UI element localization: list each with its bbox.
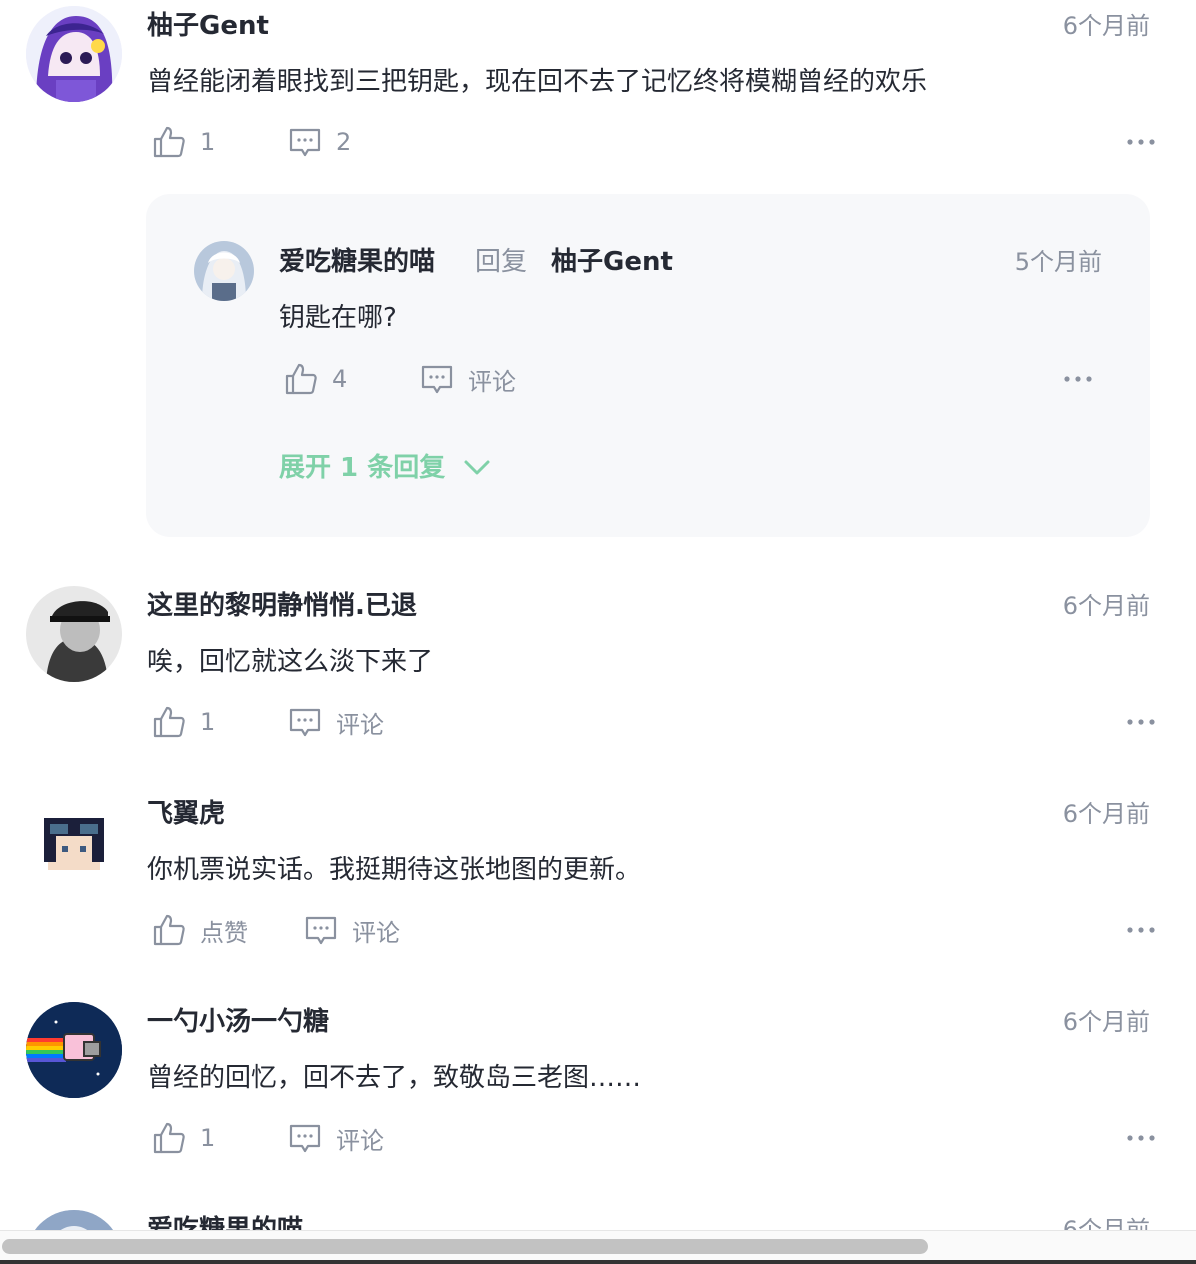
comment-label: 评论 xyxy=(336,1126,384,1155)
comment-item: 爱吃糖果的喵 6个月前 xyxy=(0,1204,1196,1230)
timestamp: 6个月前 xyxy=(1062,12,1150,40)
like-button[interactable]: 1 xyxy=(152,700,215,744)
like-count: 1 xyxy=(200,708,216,736)
reply-comment-button[interactable]: 评论 xyxy=(420,357,516,401)
reply-header: 爱吃糖果的喵 回复 柚子Gent xyxy=(279,244,673,280)
timestamp: 6个月前 xyxy=(1062,1216,1150,1230)
avatar[interactable] xyxy=(26,1210,122,1230)
comment-text: 唉，回忆就这么淡下来了 xyxy=(147,647,434,677)
comment-button[interactable]: 评论 xyxy=(304,908,400,952)
comment-actions: 点赞 评论 xyxy=(147,908,1157,952)
like-count: 1 xyxy=(200,1124,216,1152)
comment-icon xyxy=(421,365,453,394)
scrollbar-thumb[interactable] xyxy=(2,1239,928,1254)
comment-actions: 1 2 xyxy=(147,120,1157,164)
like-button[interactable]: 点赞 xyxy=(152,908,248,952)
comment-icon xyxy=(305,916,337,945)
timestamp: 6个月前 xyxy=(1062,800,1150,828)
expand-replies-button[interactable]: 展开 1 条回复 xyxy=(279,450,491,486)
more-icon[interactable] xyxy=(1125,1122,1157,1154)
comment-actions: 1 评论 xyxy=(147,1116,1157,1160)
thumbs-up-icon xyxy=(153,914,185,946)
reply-box: 爱吃糖果的喵 回复 柚子Gent 5个月前 钥匙在哪? 4 评论 展开 1 条回复 xyxy=(146,194,1150,537)
thumbs-up-icon xyxy=(285,363,317,395)
chevron-down-icon xyxy=(464,460,490,475)
comment-label: 评论 xyxy=(336,710,384,739)
thumbs-up-icon xyxy=(153,1122,185,1154)
more-icon[interactable] xyxy=(1125,706,1157,738)
reply-word: 回复 xyxy=(475,247,528,277)
username[interactable]: 飞翼虎 xyxy=(147,796,225,832)
reply-target[interactable]: 柚子Gent xyxy=(551,247,673,277)
comment-item: 柚子Gent 6个月前 曾经能闭着眼找到三把钥匙，现在回不去了记忆终将模糊曾经的… xyxy=(0,0,1196,560)
avatar[interactable] xyxy=(26,1002,122,1098)
comment-item: 飞翼虎 6个月前 你机票说实话。我挺期待这张地图的更新。 点赞 评论 xyxy=(0,788,1196,988)
comment-button[interactable]: 评论 xyxy=(288,700,384,744)
more-icon[interactable] xyxy=(1125,126,1157,158)
like-button[interactable]: 1 xyxy=(152,120,215,164)
reply-text: 钥匙在哪? xyxy=(279,303,397,333)
reply-like-count: 4 xyxy=(332,365,348,393)
comment-icon xyxy=(289,708,321,737)
reply-timestamp: 5个月前 xyxy=(1014,248,1102,276)
username[interactable]: 一勺小汤一勺糖 xyxy=(147,1004,329,1040)
horizontal-scrollbar[interactable] xyxy=(0,1230,1196,1264)
comment-actions: 1 评论 xyxy=(147,700,1157,744)
avatar[interactable] xyxy=(26,6,122,102)
like-label: 点赞 xyxy=(200,918,248,947)
comment-text: 曾经能闭着眼找到三把钥匙，现在回不去了记忆终将模糊曾经的欢乐 xyxy=(147,67,928,97)
comment-icon xyxy=(289,1124,321,1153)
reply-like-button[interactable]: 4 xyxy=(284,357,347,401)
comment-text: 曾经的回忆，回不去了，致敬岛三老图…… xyxy=(147,1063,642,1093)
more-icon[interactable] xyxy=(1125,914,1157,946)
comment-icon xyxy=(289,128,321,157)
timestamp: 6个月前 xyxy=(1062,1008,1150,1036)
avatar[interactable] xyxy=(26,794,122,890)
comment-button[interactable]: 评论 xyxy=(288,1116,384,1160)
reply-avatar[interactable] xyxy=(194,241,254,301)
expand-label: 展开 1 条回复 xyxy=(279,453,446,483)
reply-username[interactable]: 爱吃糖果的喵 xyxy=(279,247,435,277)
username[interactable]: 柚子Gent xyxy=(147,8,269,44)
window-edge xyxy=(0,1260,1196,1264)
timestamp: 6个月前 xyxy=(1062,592,1150,620)
avatar[interactable] xyxy=(26,586,122,682)
like-button[interactable]: 1 xyxy=(152,1116,215,1160)
comment-item: 这里的黎明静悄悄.已退 6个月前 唉，回忆就这么淡下来了 1 评论 xyxy=(0,580,1196,780)
comment-text: 你机票说实话。我挺期待这张地图的更新。 xyxy=(147,855,642,885)
comment-count: 2 xyxy=(336,128,352,156)
thumbs-up-icon xyxy=(153,126,185,158)
username[interactable]: 爱吃糖果的喵 xyxy=(147,1212,303,1230)
comment-label: 评论 xyxy=(352,918,400,947)
thumbs-up-icon xyxy=(153,706,185,738)
comment-list: 柚子Gent 6个月前 曾经能闭着眼找到三把钥匙，现在回不去了记忆终将模糊曾经的… xyxy=(0,0,1196,1264)
username[interactable]: 这里的黎明静悄悄.已退 xyxy=(147,588,417,624)
like-count: 1 xyxy=(200,128,216,156)
more-icon[interactable] xyxy=(1062,363,1094,395)
comment-button[interactable]: 2 xyxy=(288,120,351,164)
comment-item: 一勺小汤一勺糖 6个月前 曾经的回忆，回不去了，致敬岛三老图…… 1 评论 xyxy=(0,996,1196,1196)
reply-actions: 4 评论 xyxy=(284,357,1094,401)
reply-comment-label: 评论 xyxy=(468,367,516,396)
